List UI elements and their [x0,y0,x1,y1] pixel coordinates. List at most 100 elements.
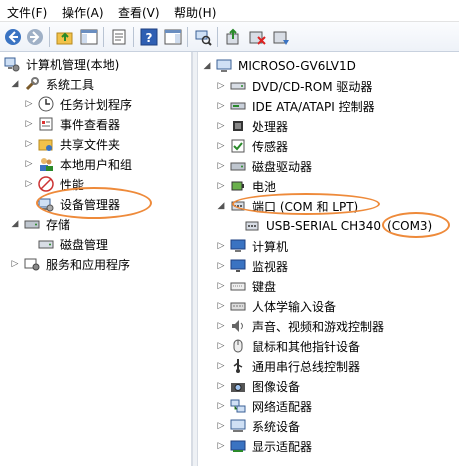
show-hide-tree-icon[interactable] [79,27,99,47]
collapsed-arrow-icon[interactable]: ▷ [216,361,226,371]
toolbar: ? [0,22,459,52]
expanded-arrow-icon[interactable]: ◢ [10,79,20,89]
tree-item-local-users[interactable]: ▷ 本地用户和组 [24,154,133,174]
tree-item-disk-management[interactable]: 磁盘管理 [38,234,109,254]
collapsed-arrow-icon[interactable]: ▷ [216,381,226,391]
collapsed-arrow-icon[interactable]: ▷ [216,321,226,331]
device-category-camera[interactable]: ▷ 图像设备 [216,376,301,396]
tools-icon [24,76,40,92]
tree-root-computer-management[interactable]: 计算机管理(本地) [4,54,120,74]
up-folder-icon[interactable] [55,27,75,47]
menu-action[interactable]: 操作(A) [62,4,104,21]
help-icon[interactable]: ? [139,27,159,47]
device-category-disk-drive-label: 磁盘驱动器 [252,159,313,174]
device-category-battery[interactable]: ▷ 电池 [216,176,277,196]
device-category-processor[interactable]: ▷ 处理器 [216,116,289,136]
back-arrow-icon[interactable] [3,27,23,47]
dvd-drive-icon [230,78,246,94]
disable-icon[interactable] [271,27,291,47]
collapsed-arrow-icon[interactable]: ▷ [216,301,226,311]
collapsed-arrow-icon[interactable]: ▷ [24,119,34,129]
collapsed-arrow-icon[interactable]: ▷ [216,81,226,91]
collapsed-arrow-icon[interactable]: ▷ [216,441,226,451]
update-driver-icon[interactable] [223,27,243,47]
computer-icon [230,238,246,254]
tree-item-event-viewer[interactable]: ▷ 事件查看器 [24,114,121,134]
tree-item-services-applications[interactable]: ▷ 服务和应用程序 [10,254,131,274]
expanded-arrow-icon[interactable]: ◢ [202,61,212,71]
device-category-disk-drive[interactable]: ▷ 磁盘驱动器 [216,156,313,176]
collapsed-arrow-icon[interactable]: ▷ [216,121,226,131]
expanded-arrow-icon[interactable]: ◢ [10,219,20,229]
tree-item-device-manager[interactable]: 设备管理器 [38,194,121,214]
menu-view[interactable]: 查看(V) [118,4,160,21]
uninstall-icon[interactable] [247,27,267,47]
collapsed-arrow-icon[interactable]: ▷ [24,139,34,149]
collapsed-arrow-icon[interactable]: ▷ [216,261,226,271]
tree-item-storage[interactable]: ◢ 存储 [10,214,71,234]
collapsed-arrow-icon[interactable]: ▷ [24,159,34,169]
tree-item-shared-folders[interactable]: ▷ 共享文件夹 [24,134,121,154]
collapsed-arrow-icon[interactable]: ▷ [10,259,20,269]
device-category-keyboard[interactable]: ▷ 键盘 [216,276,277,296]
collapsed-arrow-icon[interactable]: ▷ [216,421,226,431]
expanded-arrow-icon[interactable]: ◢ [216,201,226,211]
device-tree-pane: ◢ MICROSO-GV6LV1D ▷ DVD/CD-ROM 驱动器 ▷ IDE AT… [198,52,459,466]
collapsed-arrow-icon[interactable]: ▷ [216,281,226,291]
sound-icon [230,318,246,334]
menu-help[interactable]: 帮助(H) [174,4,216,21]
show-hide-action-pane-icon[interactable] [163,27,183,47]
device-category-dvd-drive[interactable]: ▷ DVD/CD-ROM 驱动器 [216,76,373,96]
disk-drive-icon [230,158,246,174]
device-category-sound[interactable]: ▷ 声音、视频和游戏控制器 [216,316,385,336]
device-category-monitor[interactable]: ▷ 监视器 [216,256,289,276]
scan-hardware-icon[interactable] [193,27,213,47]
device-usb-serial-ch340-label: USB-SERIAL CH340 [266,219,382,233]
device-category-usb[interactable]: ▷ 通用串行总线控制器 [216,356,361,376]
collapsed-arrow-icon[interactable]: ▷ [216,181,226,191]
camera-icon [230,378,246,394]
collapsed-arrow-icon[interactable]: ▷ [216,161,226,171]
collapsed-arrow-icon[interactable]: ▷ [216,241,226,251]
properties-icon[interactable] [109,27,129,47]
forward-arrow-icon[interactable] [25,27,45,47]
device-category-port[interactable]: ◢ 端口 (COM 和 LPT) [216,196,359,216]
device-category-mouse[interactable]: ▷ 鼠标和其他指针设备 [216,336,361,356]
tree-item-task-scheduler[interactable]: ▷ 任务计划程序 [24,94,133,114]
collapsed-arrow-icon[interactable]: ▷ [216,101,226,111]
device-category-ide-controller[interactable]: ▷ IDE ATA/ATAPI 控制器 [216,96,376,116]
computer-name-label: MICROSO-GV6LV1D [238,59,356,73]
collapsed-arrow-icon[interactable]: ▷ [216,141,226,151]
device-category-network[interactable]: ▷ 网络适配器 [216,396,313,416]
device-category-battery-label: 电池 [252,179,277,194]
tree-item-system-tools[interactable]: ◢ 系统工具 [10,74,95,94]
menu-file[interactable]: 文件(F) [7,4,47,21]
device-category-display-adapter-label: 显示适配器 [252,439,313,454]
device-category-sensor[interactable]: ▷ 传感器 [216,136,289,156]
device-category-sound-label: 声音、视频和游戏控制器 [252,319,385,334]
collapsed-arrow-icon[interactable]: ▷ [216,401,226,411]
device-manager-label: 设备管理器 [60,197,121,212]
collapsed-arrow-icon[interactable]: ▷ [24,179,34,189]
device-category-display-adapter[interactable]: ▷ 显示适配器 [216,436,313,456]
navigation-pane: 计算机管理(本地) ◢ 系统工具 ▷ 任务计划程序 ▷ 事件查看器 ▷ 共享文件… [0,52,192,466]
device-category-hid[interactable]: ▷ 人体学输入设备 [216,296,337,316]
device-category-system-device[interactable]: ▷ 系统设备 [216,416,301,436]
tree-item-performance[interactable]: ▷ 性能 [24,174,85,194]
battery-icon [230,178,246,194]
task-scheduler-label: 任务计划程序 [60,97,133,112]
users-icon [38,156,54,172]
device-category-computer[interactable]: ▷ 计算机 [216,236,289,256]
collapsed-arrow-icon[interactable]: ▷ [216,341,226,351]
display-adapter-icon [230,438,246,454]
usb-icon [230,358,246,374]
shared-folders-label: 共享文件夹 [60,137,121,152]
port-icon [230,198,246,214]
device-tree-root[interactable]: ◢ MICROSO-GV6LV1D [202,56,357,76]
device-category-hid-label: 人体学输入设备 [252,299,337,314]
device-category-processor-label: 处理器 [252,119,289,134]
system-tools-label: 系统工具 [46,77,95,92]
device-usb-serial-ch340[interactable]: ▷USB-SERIAL CH340(COM3) [230,216,433,236]
disk-management-icon [38,236,54,252]
collapsed-arrow-icon[interactable]: ▷ [24,99,34,109]
